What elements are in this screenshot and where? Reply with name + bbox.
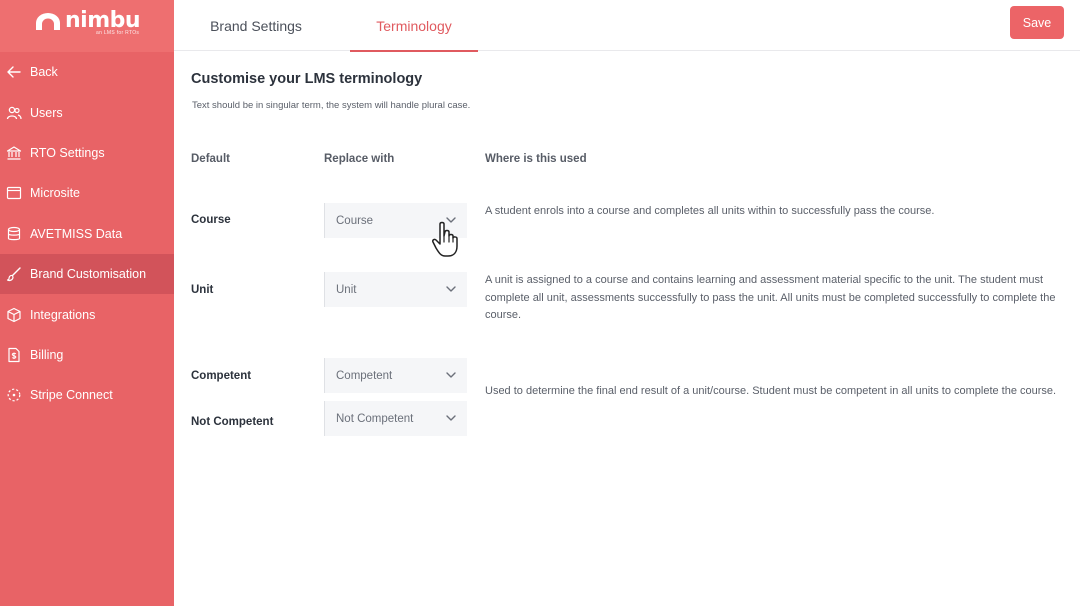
sidebar-item-label: Back xyxy=(30,65,58,80)
row-label-competent: Competent xyxy=(191,370,252,382)
row-label-unit: Unit xyxy=(191,284,214,296)
unit-select[interactable]: Unit xyxy=(324,272,467,307)
sidebar-item-back[interactable]: Back xyxy=(0,52,174,92)
sidebar-item-label: Stripe Connect xyxy=(30,388,113,403)
sidebar-item-label: Microsite xyxy=(30,186,81,201)
sidebar-item-users[interactable]: Users xyxy=(0,92,174,132)
sidebar-nav: Back Users RTO Settings Microsite AVETMI… xyxy=(0,52,174,416)
browser-window-icon xyxy=(6,185,22,201)
sidebar-item-brand-customisation[interactable]: Brand Customisation xyxy=(0,253,174,295)
sidebar-item-label: Integrations xyxy=(30,307,96,322)
course-select[interactable]: Course xyxy=(324,203,467,238)
sidebar-item-label: RTO Settings xyxy=(30,145,105,160)
column-header-where-used: Where is this used xyxy=(485,153,587,165)
unit-description: A unit is assigned to a course and conta… xyxy=(485,274,1056,321)
course-description: A student enrols into a course and compl… xyxy=(485,205,935,217)
sidebar-item-microsite[interactable]: Microsite xyxy=(0,173,174,213)
cloud-logo-icon xyxy=(36,13,60,30)
page-subtitle: Text should be in singular term, the sys… xyxy=(192,100,471,111)
sidebar-item-rto-settings[interactable]: RTO Settings xyxy=(0,133,174,173)
connect-icon xyxy=(6,387,22,403)
database-icon xyxy=(6,226,22,242)
tab-brand-settings[interactable]: Brand Settings xyxy=(174,0,338,51)
select-value: Unit xyxy=(336,283,357,296)
column-header-replace-with: Replace with xyxy=(324,153,395,165)
not-competent-select[interactable]: Not Competent xyxy=(324,401,467,436)
row-label-course: Course xyxy=(191,214,231,226)
invoice-icon xyxy=(6,347,22,363)
sidebar-item-label: AVETMISS Data xyxy=(30,226,123,241)
sidebar-item-billing[interactable]: Billing xyxy=(0,335,174,375)
main-content: Customise your LMS terminology Text shou… xyxy=(174,52,1080,606)
logo-subtitle: an LMS for RTOs xyxy=(96,30,140,36)
users-icon xyxy=(6,105,22,121)
sidebar-item-avetmiss-data[interactable]: AVETMISS Data xyxy=(0,214,174,254)
select-value: Course xyxy=(336,214,374,227)
bank-icon xyxy=(6,145,22,161)
row-label-not-competent: Not Competent xyxy=(191,416,274,428)
sidebar: nimbu an LMS for RTOs Back Users RTO Set… xyxy=(0,0,174,606)
chevron-down-icon xyxy=(446,286,456,292)
select-value: Not Competent xyxy=(336,412,414,425)
logo-bar: nimbu an LMS for RTOs xyxy=(0,0,174,52)
page-title: Customise your LMS terminology xyxy=(191,71,423,87)
sidebar-item-label: Brand Customisation xyxy=(30,267,147,282)
chevron-down-icon xyxy=(446,415,456,421)
competent-select[interactable]: Competent xyxy=(324,358,467,393)
chevron-down-icon xyxy=(446,372,456,378)
arrow-left-icon xyxy=(6,64,22,80)
select-value: Competent xyxy=(336,369,393,382)
chevron-down-icon xyxy=(446,217,456,223)
column-header-default: Default xyxy=(191,153,230,165)
sidebar-item-label: Users xyxy=(30,105,63,120)
sidebar-item-integrations[interactable]: Integrations xyxy=(0,294,174,334)
brush-icon xyxy=(6,266,22,282)
sidebar-item-label: Billing xyxy=(30,347,64,362)
tab-terminology[interactable]: Terminology xyxy=(350,0,478,52)
cube-icon xyxy=(6,307,22,323)
sidebar-item-stripe-connect[interactable]: Stripe Connect xyxy=(0,375,174,415)
save-button[interactable]: Save xyxy=(1010,6,1064,39)
top-tab-bar: Brand Settings Terminology Save xyxy=(174,0,1080,52)
competency-description: Used to determine the final end result o… xyxy=(485,385,1057,397)
